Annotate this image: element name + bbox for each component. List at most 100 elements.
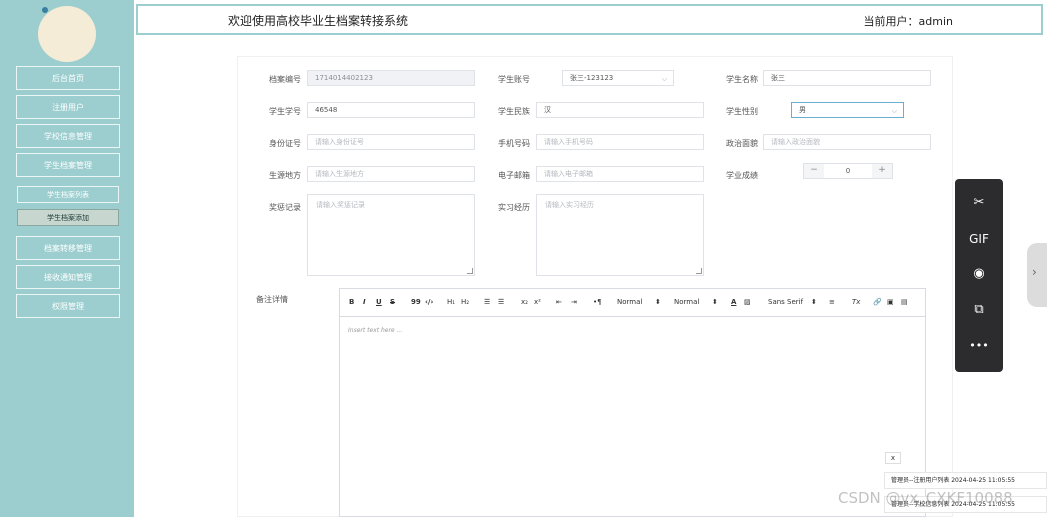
student-name-field[interactable]: 张三 — [763, 70, 931, 86]
header-select[interactable]: Normal — [674, 298, 699, 306]
email-field[interactable]: 请输入电子邮箱 — [536, 166, 704, 182]
sidebar-item-label: 接收通知管理 — [44, 272, 92, 282]
gender-value: 男 — [799, 106, 806, 114]
student-id-field[interactable]: 46548 — [307, 102, 475, 118]
italic-button[interactable]: I — [363, 298, 366, 306]
page-title: 欢迎使用高校毕业生档案转接系统 — [228, 14, 409, 28]
app-root: 后台首页 注册用户 学校信息管理 学生档案管理 学生档案列表 学生档案添加 档案… — [0, 0, 1047, 517]
email-label: 电子邮箱 — [498, 171, 530, 180]
code-button[interactable]: ‹/› — [425, 298, 433, 306]
decrement-button[interactable]: − — [804, 164, 824, 178]
sidebar-item-label: 档案转移管理 — [44, 243, 92, 253]
sidebar-item-receive-notice[interactable]: 接收通知管理 — [16, 265, 120, 289]
sidebar-item-school-info[interactable]: 学校信息管理 — [16, 124, 120, 148]
align-button[interactable]: ≡ — [829, 298, 835, 306]
scissors-icon[interactable]: ✂ — [955, 195, 1003, 210]
more-icon[interactable]: ••• — [955, 339, 1003, 352]
top-header: 欢迎使用高校毕业生档案转接系统 当前用户：admin — [136, 4, 1043, 35]
editor-content[interactable]: Insert text here ... — [348, 327, 402, 334]
side-expand-tab[interactable]: › — [1027, 243, 1047, 307]
student-id-label: 学生学号 — [269, 107, 301, 116]
score-input[interactable]: 0 — [824, 164, 872, 178]
student-name-label: 学生名称 — [726, 75, 758, 84]
watermark: CSDN @vx_CXKF10088 — [838, 489, 1013, 507]
link-button[interactable]: 🔗 — [873, 298, 882, 306]
h2-button[interactable]: H₂ — [461, 298, 469, 306]
capture-toolbar: ✂ GIF ◉ ⧉ ••• — [955, 179, 1003, 372]
phone-field[interactable]: 请输入手机号码 — [536, 134, 704, 150]
sidebar-item-dashboard[interactable]: 后台首页 — [16, 66, 120, 90]
h1-button[interactable]: H₁ — [447, 298, 455, 306]
gender-select[interactable]: 男 ⌵ — [791, 102, 904, 118]
close-button[interactable]: x — [885, 452, 901, 464]
chevron-down-icon: ⌵ — [891, 107, 897, 115]
avatar[interactable] — [38, 6, 96, 62]
underline-button[interactable]: U — [376, 298, 382, 306]
chevron-updown-icon: ⬍ — [811, 298, 817, 306]
bold-button[interactable]: B — [349, 298, 354, 306]
origin-field[interactable]: 请输入生源地方 — [307, 166, 475, 182]
chevron-updown-icon: ⬍ — [655, 298, 661, 306]
logo-icon — [42, 7, 48, 13]
outdent-button[interactable]: ⇤ — [556, 298, 562, 306]
remark-label: 备注详情 — [256, 295, 288, 304]
video-button[interactable]: ▤ — [901, 298, 908, 306]
resize-handle-icon[interactable] — [696, 268, 702, 274]
image-button[interactable]: ▣ — [887, 298, 894, 306]
screenshot-icon[interactable]: ⧉ — [955, 302, 1003, 317]
sidebar-item-registered-users[interactable]: 注册用户 — [16, 95, 120, 119]
indent-button[interactable]: ⇥ — [571, 298, 577, 306]
sidebar: 后台首页 注册用户 学校信息管理 学生档案管理 学生档案列表 学生档案添加 档案… — [0, 0, 134, 517]
size-select[interactable]: Normal — [617, 298, 642, 306]
archive-no-label: 档案编号 — [269, 75, 301, 84]
internship-textarea[interactable]: 请输入实习经历 — [536, 194, 704, 276]
resize-handle-icon[interactable] — [467, 268, 473, 274]
blockquote-button[interactable]: 99 — [411, 298, 421, 306]
student-account-value: 张三-123123 — [570, 74, 614, 82]
chevron-updown-icon: ⬍ — [712, 298, 718, 306]
sidebar-subitem-archive-list[interactable]: 学生档案列表 — [17, 186, 119, 203]
awards-textarea[interactable]: 请输入奖惩记录 — [307, 194, 475, 276]
sidebar-item-archive-transfer[interactable]: 档案转移管理 — [16, 236, 120, 260]
id-card-field[interactable]: 请输入身份证号 — [307, 134, 475, 150]
sidebar-item-label: 学生档案列表 — [47, 190, 89, 199]
ethnicity-label: 学生民族 — [498, 107, 530, 116]
sidebar-item-permissions[interactable]: 权限管理 — [16, 294, 120, 318]
ordered-list-button[interactable]: ☰ — [484, 298, 490, 306]
font-select[interactable]: Sans Serif — [768, 298, 803, 306]
internship-placeholder: 请输入实习经历 — [545, 201, 594, 209]
id-card-label: 身份证号 — [269, 139, 301, 148]
student-account-select[interactable]: 张三-123123 ⌵ — [562, 70, 674, 86]
score-stepper: − 0 + — [803, 163, 893, 179]
background-color-button[interactable]: ▨ — [744, 298, 751, 306]
rich-text-editor: B I U S 99 ‹/› H₁ H₂ ☰ ☰ x₂ x² ⇤ ⇥ •¶ No… — [339, 288, 926, 517]
student-account-label: 学生账号 — [498, 75, 530, 84]
political-field[interactable]: 请输入政治面貌 — [763, 134, 931, 150]
bullet-list-button[interactable]: ☰ — [498, 298, 504, 306]
sidebar-item-student-archives[interactable]: 学生档案管理 — [16, 153, 120, 177]
direction-button[interactable]: •¶ — [593, 298, 602, 306]
record-icon[interactable]: ◉ — [955, 266, 1003, 281]
awards-label: 奖惩记录 — [269, 203, 301, 212]
image-icon: ▣ — [887, 298, 894, 306]
link-icon: 🔗 — [873, 298, 882, 306]
increment-button[interactable]: + — [872, 164, 892, 178]
subscript-button[interactable]: x₂ — [521, 298, 528, 306]
sidebar-item-label: 学生档案添加 — [47, 213, 89, 222]
recent-tab[interactable]: 管理员--注册用户列表 2024-04-25 11:05:55 — [884, 472, 1047, 489]
gif-icon[interactable]: GIF — [955, 232, 1003, 246]
current-user-label: 当前用户：admin — [863, 15, 953, 28]
internship-label: 实习经历 — [498, 203, 530, 212]
ethnicity-field[interactable]: 汉 — [536, 102, 704, 118]
sidebar-item-label: 学生档案管理 — [44, 160, 92, 170]
superscript-button[interactable]: x² — [534, 298, 541, 306]
political-label: 政治面貌 — [726, 139, 758, 148]
font-color-button[interactable]: A — [731, 298, 736, 306]
score-label: 学业成绩 — [726, 171, 758, 180]
sidebar-subitem-archive-add[interactable]: 学生档案添加 — [17, 209, 119, 226]
brand-logo — [42, 6, 50, 14]
gender-label: 学生性别 — [726, 107, 758, 116]
clean-format-button[interactable]: Tx — [852, 298, 860, 306]
sidebar-item-label: 学校信息管理 — [44, 131, 92, 141]
strike-button[interactable]: S — [390, 298, 395, 306]
